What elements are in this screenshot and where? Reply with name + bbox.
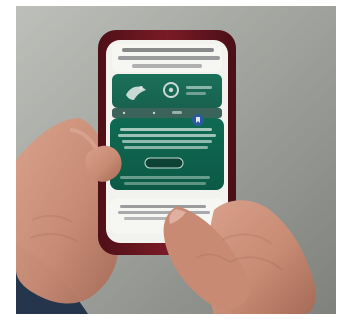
photo-illustration [0, 0, 351, 324]
pill-button[interactable] [144, 157, 184, 169]
photo-scene [0, 0, 351, 324]
phone-top-card [112, 74, 222, 108]
phone-header [112, 44, 222, 72]
phone-main-content [110, 118, 224, 190]
bookmark-icon [192, 114, 204, 126]
phone-nav-row [112, 108, 222, 118]
